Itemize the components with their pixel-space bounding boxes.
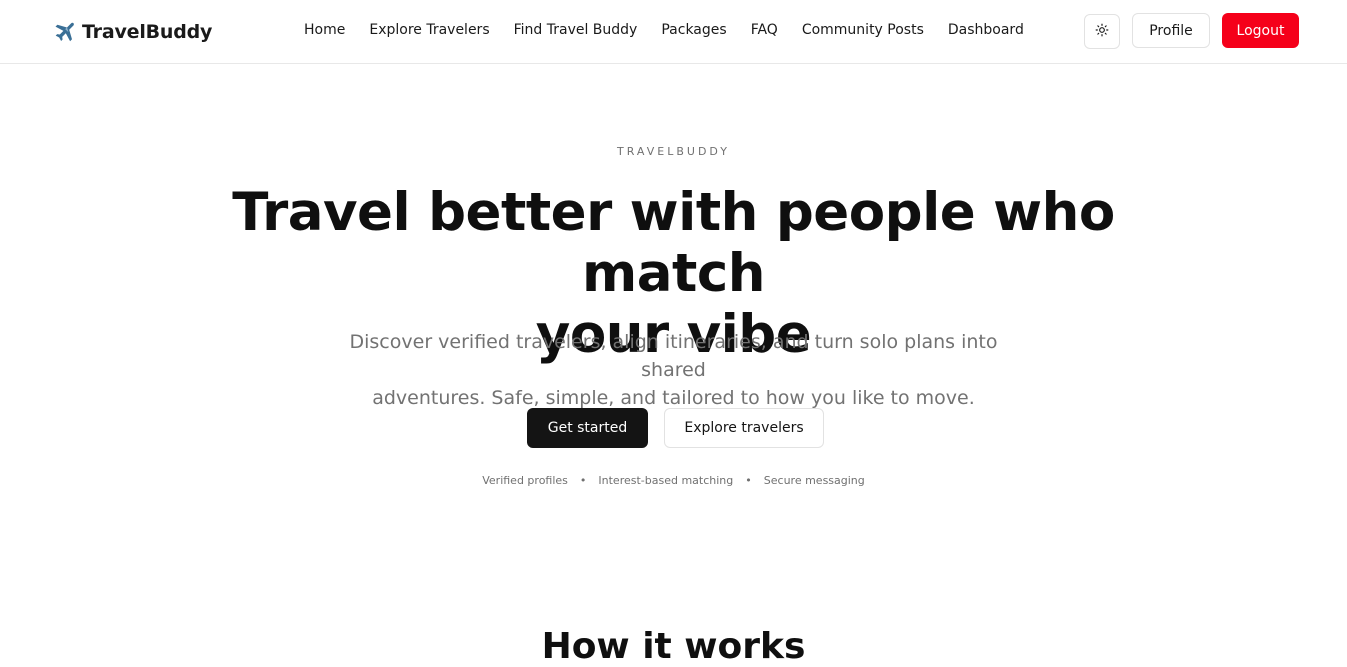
hero-title-line-1: Travel better with people who match (232, 182, 1115, 304)
get-started-button[interactable]: Get started (527, 408, 648, 448)
profile-button[interactable]: Profile (1132, 13, 1210, 48)
hero-subtitle-line-2: adventures. Safe, simple, and tailored t… (372, 387, 975, 409)
hero-eyebrow: TRAVELBUDDY (617, 145, 730, 158)
feature-separator: • (745, 473, 752, 487)
nav-link-community-posts[interactable]: Community Posts (802, 22, 924, 38)
feature-secure-messaging: Secure messaging (763, 473, 865, 487)
top-navbar: TravelBuddy Home Explore Travelers Find … (0, 0, 1347, 64)
airplane-icon (52, 20, 76, 44)
nav-link-dashboard[interactable]: Dashboard (948, 22, 1024, 38)
nav-link-packages[interactable]: Packages (661, 22, 726, 38)
nav-link-explore-travelers[interactable]: Explore Travelers (369, 22, 489, 38)
how-it-works-heading: How it works (541, 626, 806, 667)
feature-interest-matching: Interest-based matching (598, 473, 734, 487)
nav-link-find-travel-buddy[interactable]: Find Travel Buddy (514, 22, 638, 38)
hero-subtitle-line-1: Discover verified travelers, align itine… (349, 331, 998, 381)
nav-link-faq[interactable]: FAQ (751, 22, 778, 38)
brand-logo-link[interactable]: TravelBuddy (52, 18, 212, 46)
sun-icon (1095, 23, 1109, 40)
theme-toggle-button[interactable] (1084, 14, 1120, 49)
explore-travelers-button[interactable]: Explore travelers (664, 408, 824, 448)
hero-subtitle: Discover verified travelers, align itine… (320, 328, 1027, 412)
feature-list: Verified profiles • Interest-based match… (0, 472, 1347, 488)
logout-button[interactable]: Logout (1222, 13, 1299, 48)
feature-verified-profiles: Verified profiles (482, 473, 568, 487)
nav-link-home[interactable]: Home (304, 22, 345, 38)
main-nav: Home Explore Travelers Find Travel Buddy… (304, 20, 1024, 40)
brand-name: TravelBuddy (82, 21, 213, 43)
feature-separator: • (579, 473, 587, 487)
